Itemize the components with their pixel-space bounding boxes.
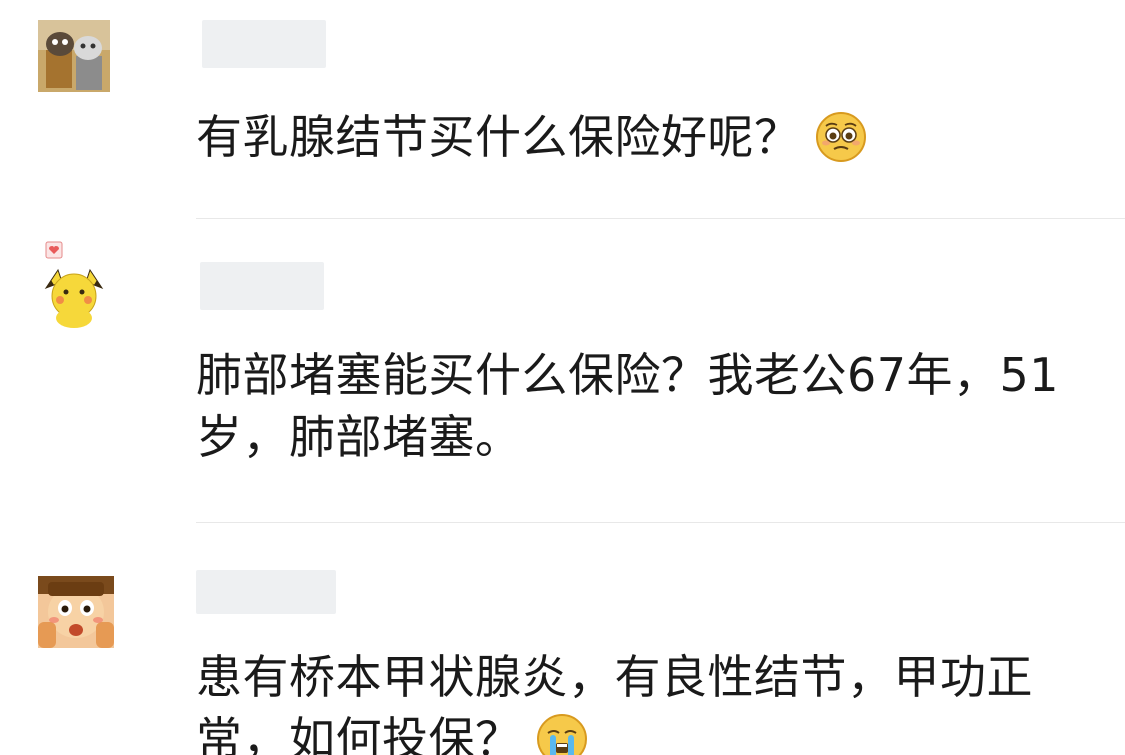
avatar[interactable] — [38, 240, 110, 330]
comment-text-line: 有乳腺结节买什么保险好呢？ — [196, 110, 801, 164]
username-placeholder[interactable] — [196, 570, 336, 614]
avatar-cartoon-kid-image — [38, 576, 114, 648]
comment-text: 肺部堵塞能买什么保险？我老公67年，51 岁，肺部堵塞。 — [196, 344, 1096, 468]
comment-text-line-1: 肺部堵塞能买什么保险？我老公67年，51 — [196, 348, 1060, 402]
comment-text-line-2-wrapper: 常，如何投保？ — [196, 708, 1096, 755]
comment-text: 有乳腺结节买什么保险好呢？ — [196, 106, 1096, 168]
username-placeholder[interactable] — [202, 20, 326, 68]
comment-text-line-2: 常，如何投保？ — [196, 712, 522, 755]
avatar[interactable] — [38, 576, 114, 648]
divider — [196, 522, 1125, 523]
avatar[interactable] — [38, 20, 110, 92]
pleading-face-icon — [815, 111, 867, 163]
divider — [196, 218, 1125, 219]
comment-text-line-2: 岁，肺部堵塞。 — [196, 410, 522, 464]
comment-list: 有乳腺结节买什么保险好呢？ 肺部堵塞能买什么保险？我老公67年，51 岁，肺部堵… — [0, 0, 1125, 755]
avatar-cats-image — [38, 20, 110, 92]
comment-text-line-1: 患有桥本甲状腺炎，有良性结节，甲功正 — [196, 650, 1033, 704]
username-placeholder[interactable] — [200, 262, 324, 310]
comment-text: 患有桥本甲状腺炎，有良性结节，甲功正 常，如何投保？ — [196, 646, 1096, 755]
avatar-pikachu-image — [38, 240, 110, 330]
crying-face-icon — [536, 713, 588, 755]
